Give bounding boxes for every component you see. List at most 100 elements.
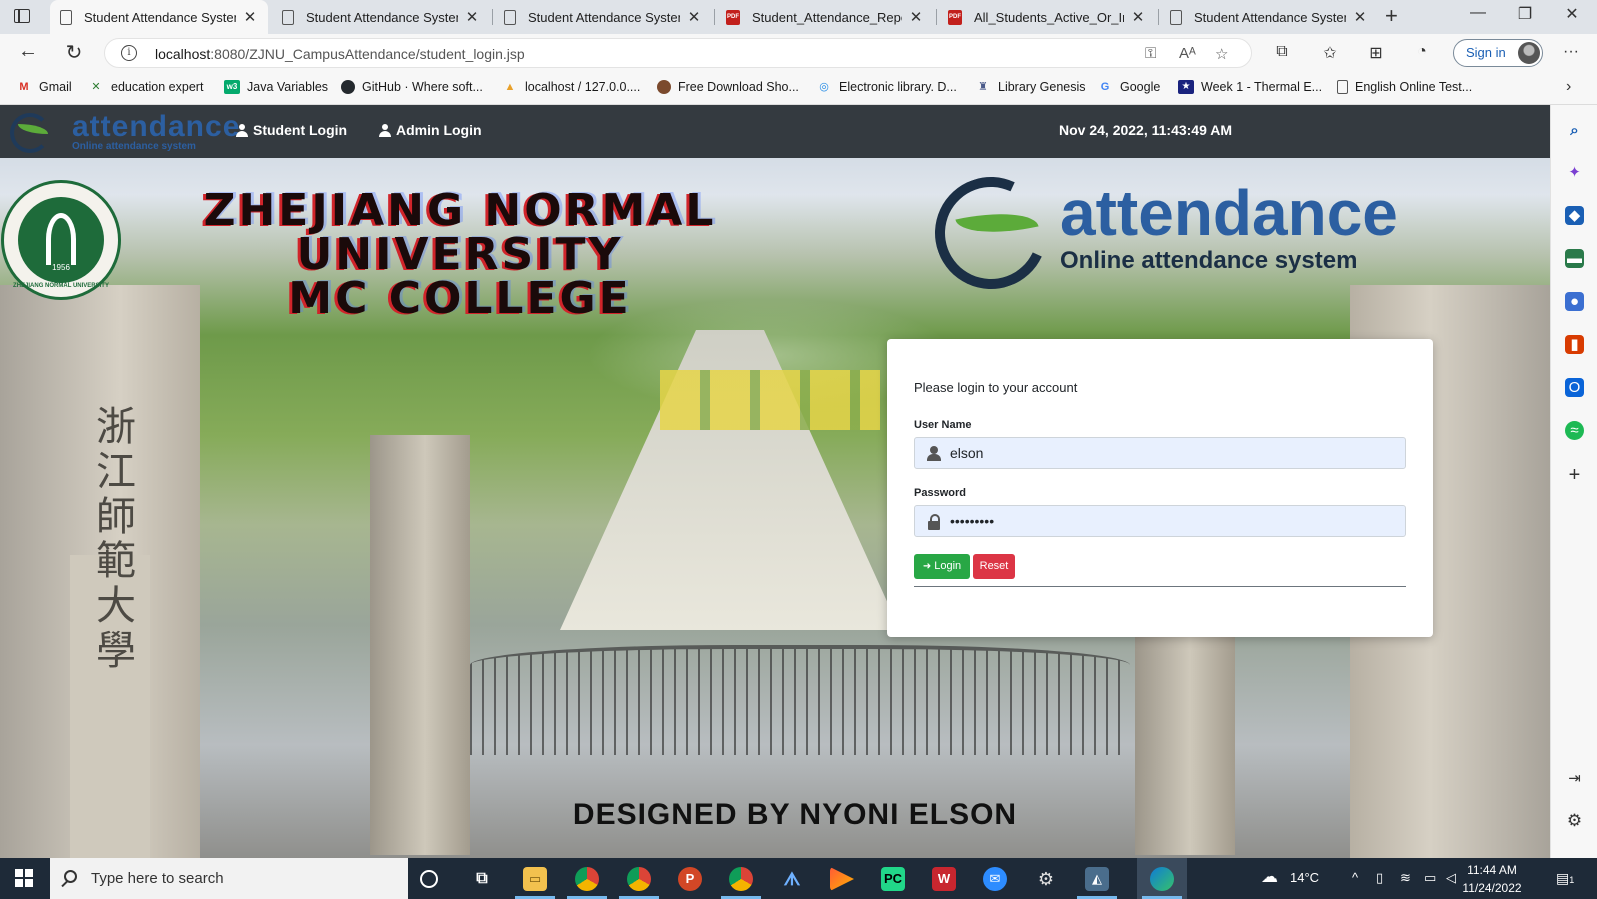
add-favorite-icon[interactable]: ☆ [1215, 45, 1228, 63]
weather-icon[interactable]: ☁ [1261, 867, 1278, 887]
close-icon[interactable]: ✕ [1352, 8, 1368, 26]
volume-icon[interactable]: ◁ [1446, 870, 1456, 886]
bookmark-java-variables[interactable]: w3 Java Variables [224, 80, 328, 94]
temperature[interactable]: 14°C [1290, 870, 1319, 885]
close-icon[interactable]: ✕ [908, 8, 924, 26]
shopping-tag-icon[interactable]: ◆ [1565, 206, 1584, 225]
mysql-icon[interactable]: ◭ [1085, 867, 1109, 891]
sign-in-icon: ➜ [922, 561, 932, 572]
bookmark-label: Free Download Sho... [678, 80, 799, 94]
login-button[interactable]: ➜ Login [914, 554, 970, 579]
outlook-icon[interactable]: O [1565, 378, 1584, 397]
google-icon: G [1100, 81, 1110, 93]
education-expert-icon: ✕ [91, 81, 101, 93]
clock[interactable]: 11:44 AM 11/24/2022 [1462, 861, 1522, 897]
bookmark-github[interactable]: GitHub · Where soft... [341, 80, 483, 94]
key-icon[interactable]: ⚿ [1145, 45, 1156, 62]
windows-start-icon[interactable] [15, 869, 33, 887]
edge-icon[interactable] [1150, 867, 1174, 891]
pycharm-icon[interactable]: PC [881, 867, 905, 891]
site-info-icon[interactable]: i [121, 45, 137, 61]
close-icon[interactable]: ✕ [686, 8, 702, 26]
bookmark-google[interactable]: G Google [1097, 80, 1161, 94]
task-view-icon[interactable]: ⧉ [470, 867, 494, 891]
more-options-icon[interactable]: ··· [1559, 43, 1583, 61]
favorites-icon[interactable]: ✩ [1318, 43, 1342, 63]
games-icon[interactable]: ● [1565, 292, 1584, 311]
tab-separator [714, 9, 715, 25]
media-player-icon[interactable] [830, 867, 854, 891]
battery-icon[interactable]: ▭ [1424, 870, 1436, 886]
bookmark-free-download[interactable]: Free Download Sho... [657, 80, 799, 94]
restore-icon[interactable]: ❐ [1502, 4, 1548, 24]
url-field[interactable]: i localhost:8080/ZJNU_CampusAttendance/s… [104, 38, 1252, 68]
user-icon [236, 123, 248, 137]
username-field[interactable]: elson [914, 437, 1406, 469]
refresh-icon[interactable]: ↻ [59, 40, 89, 65]
device-icon[interactable]: ▯ [1376, 870, 1383, 886]
close-icon[interactable]: ✕ [1130, 8, 1146, 26]
reset-button[interactable]: Reset [973, 554, 1015, 579]
messenger-icon[interactable]: ✉ [983, 867, 1007, 891]
tab-2[interactable]: Student Attendance System ✕ [272, 0, 490, 34]
chrome-icon[interactable] [575, 867, 599, 891]
bookmark-gmail[interactable]: M Gmail [16, 80, 71, 94]
password-field[interactable]: ••••••••• [914, 505, 1406, 537]
file-explorer-icon[interactable]: ▭ [523, 867, 547, 891]
sparkle-icon[interactable]: ✦ [1565, 163, 1584, 182]
tab-1[interactable]: Student Attendance System ✕ [50, 0, 268, 34]
search-icon[interactable]: ⌕ [1565, 121, 1584, 140]
chrome-icon[interactable] [729, 867, 753, 891]
edge-icon[interactable]: ◔ [1410, 43, 1434, 61]
brand-word: attendance [72, 110, 241, 143]
chevron-up-icon[interactable]: ^ [1352, 870, 1358, 885]
w3-icon: w3 [224, 80, 240, 94]
bookmark-english-test[interactable]: English Online Test... [1337, 80, 1472, 94]
settings-app-icon[interactable]: ⚙ [1034, 867, 1058, 891]
tab-6[interactable]: Student Attendance System ✕ [1160, 0, 1378, 34]
wifi-icon[interactable]: ≋ [1400, 870, 1411, 886]
nav-student-login[interactable]: Student Login [236, 122, 347, 138]
extensions-icon[interactable]: ⧉ [1270, 43, 1294, 61]
close-icon[interactable]: ✕ [242, 8, 258, 26]
cortana-icon[interactable] [420, 870, 438, 888]
bookmark-education-expert[interactable]: ✕ education expert [88, 80, 203, 94]
taskbar-search-box[interactable]: Type here to search [50, 858, 408, 899]
close-icon[interactable]: ✕ [464, 8, 480, 26]
chrome-icon[interactable] [627, 867, 651, 891]
read-aloud-icon[interactable]: Aᴬ [1179, 45, 1196, 62]
page-icon [60, 9, 72, 25]
tab-actions-icon[interactable] [14, 9, 30, 23]
close-window-icon[interactable]: ✕ [1549, 4, 1595, 24]
add-icon[interactable]: + [1565, 465, 1584, 485]
nav-admin-login[interactable]: Admin Login [379, 122, 482, 138]
gear-icon[interactable]: ⚙ [1565, 811, 1584, 830]
sign-in-button[interactable]: Sign in [1453, 39, 1543, 67]
chevron-right-icon[interactable]: › [1566, 78, 1571, 96]
nav-label: Student Login [253, 122, 348, 138]
bookmark-electronic-library[interactable]: ◎ Electronic library. D... [816, 80, 957, 94]
pen-app-icon[interactable]: ᗑ [780, 867, 804, 891]
university-seal: 1956 ZHEJIANG NORMAL UNIVERSITY [1, 180, 121, 300]
pdf-reader-icon[interactable]: W [932, 867, 956, 891]
spotify-icon[interactable]: ≈ [1565, 421, 1584, 440]
seal-center: 1956 [18, 197, 104, 283]
tab-4[interactable]: Student_Attendance_Report ✕ [716, 0, 934, 34]
bookmark-week1-thermal[interactable]: ★ Week 1 - Thermal E... [1178, 80, 1322, 94]
new-tab-button[interactable]: + [1385, 3, 1398, 29]
bookmark-localhost[interactable]: ▲ localhost / 127.0.0.... [502, 80, 641, 94]
seal-year: 1956 [52, 263, 70, 272]
tab-3[interactable]: Student Attendance System ✕ [494, 0, 712, 34]
minimize-icon[interactable]: — [1455, 4, 1501, 22]
office-icon[interactable]: ▮ [1565, 335, 1584, 354]
notifications-icon[interactable]: ▤1 [1556, 870, 1574, 887]
gate-fence [470, 645, 1130, 755]
collections-icon[interactable]: ⊞ [1364, 43, 1388, 63]
brand-logo[interactable]: attendance Online attendance system [10, 110, 239, 154]
hide-sidebar-icon[interactable]: ⇥ [1565, 769, 1584, 788]
bookmark-library-genesis[interactable]: ♜ Library Genesis [975, 80, 1085, 94]
powerpoint-icon[interactable]: P [678, 867, 702, 891]
tools-icon[interactable]: ▬ [1565, 249, 1584, 268]
tab-5[interactable]: All_Students_Active_Or_Inac ✕ [938, 0, 1156, 34]
back-icon[interactable]: ← [13, 40, 43, 63]
